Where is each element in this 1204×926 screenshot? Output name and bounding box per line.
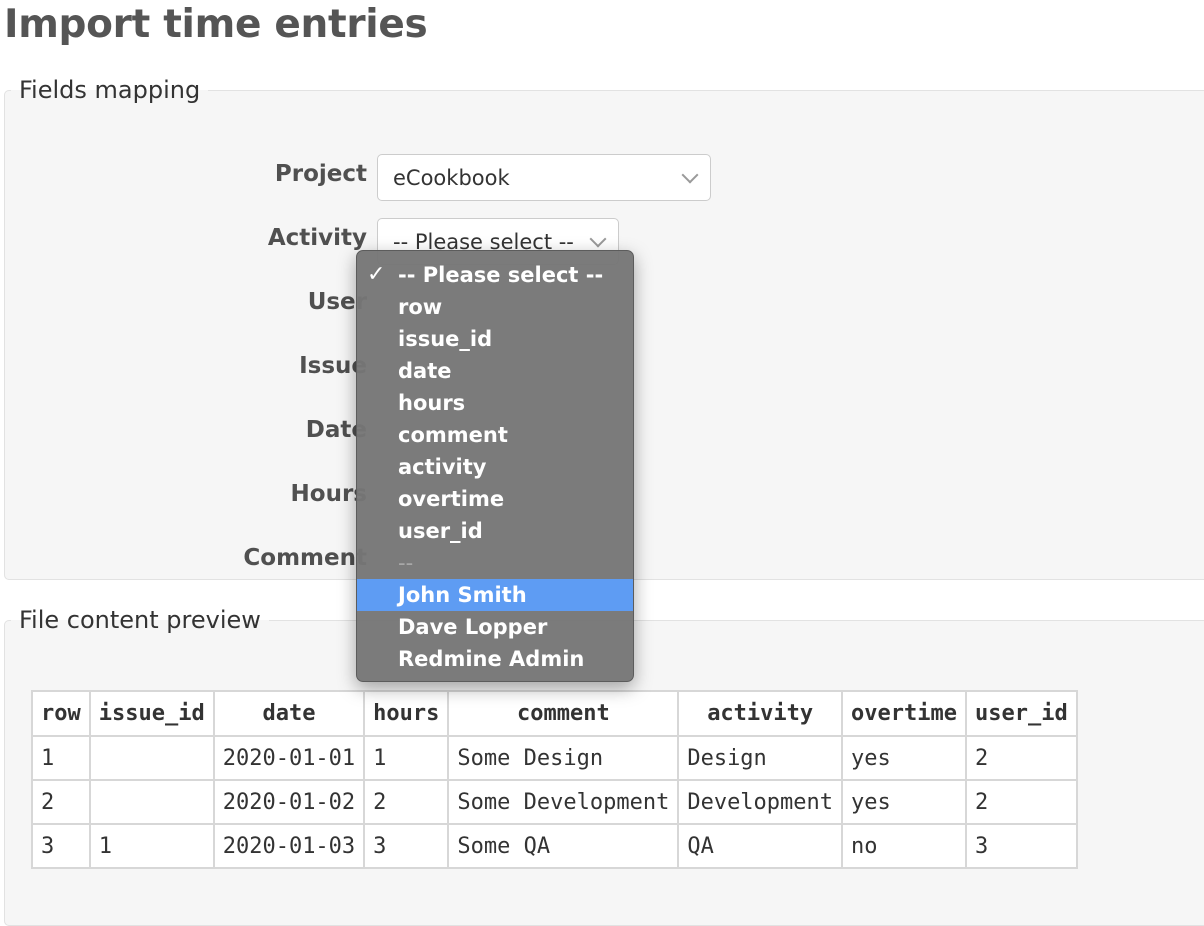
dropdown-option[interactable]: Dave Lopper <box>357 611 633 643</box>
dropdown-option-label: overtime <box>398 487 505 511</box>
dropdown-option-label: comment <box>398 423 508 447</box>
dropdown-option[interactable]: Redmine Admin <box>357 643 633 675</box>
dropdown-option-label: -- Please select -- <box>398 263 604 287</box>
table-header-row: row issue_id date hours comment activity overt… <box>31 690 1078 737</box>
table-cell: 1 <box>88 823 215 869</box>
column-header: comment <box>447 690 680 737</box>
table-cell: Design <box>677 735 844 781</box>
table-cell: 3 <box>31 823 91 869</box>
table-cell: 1 <box>363 735 450 781</box>
dropdown-option-label: John Smith <box>398 583 527 607</box>
chevron-down-icon <box>681 166 699 183</box>
table-cell: Some Design <box>447 735 680 781</box>
table-cell: Some Development <box>447 779 680 825</box>
dropdown-option-label: issue_id <box>398 327 493 351</box>
hours-label: Hours <box>290 481 367 507</box>
dropdown-option[interactable]: comment <box>357 419 633 451</box>
dropdown-option-label: -- <box>398 551 414 575</box>
dropdown-option[interactable]: user_id <box>357 515 633 547</box>
dropdown-option[interactable]: overtime <box>357 483 633 515</box>
table-cell: 1 <box>31 735 91 781</box>
table-cell <box>88 779 215 825</box>
dropdown-option[interactable]: issue_id <box>357 323 633 355</box>
column-header: row <box>31 690 91 737</box>
project-select[interactable]: eCookbook <box>377 154 711 201</box>
dropdown-separator: -- <box>357 547 633 579</box>
project-label: Project <box>274 161 367 187</box>
project-select-value: eCookbook <box>393 165 510 190</box>
table-cell: Some QA <box>447 823 680 869</box>
preview-table: row issue_id date hours comment activity overt… <box>31 690 1078 869</box>
column-header: date <box>212 690 366 737</box>
dropdown-option-label: activity <box>398 455 487 479</box>
dropdown-option[interactable]: date <box>357 355 633 387</box>
dropdown-option-label: hours <box>398 391 466 415</box>
table-cell: 3 <box>965 823 1078 869</box>
dropdown-option[interactable]: ✓ -- Please select -- <box>357 259 633 291</box>
dropdown-option[interactable]: activity <box>357 451 633 483</box>
dropdown-option-label: Dave Lopper <box>398 615 548 639</box>
table-cell: 2 <box>31 779 91 825</box>
table-cell: 2020-01-01 <box>212 735 366 781</box>
table-cell: QA <box>677 823 844 869</box>
dropdown-option[interactable]: John Smith <box>357 579 633 611</box>
file-content-preview-legend: File content preview <box>19 606 261 634</box>
user-label: User <box>307 289 367 315</box>
table-cell: yes <box>841 779 967 825</box>
table-cell: 2020-01-02 <box>212 779 366 825</box>
column-header: activity <box>677 690 844 737</box>
table-cell: yes <box>841 735 967 781</box>
table-row: 2 2020-01-02 2 Some Development Development y… <box>31 779 1078 825</box>
table-cell <box>88 735 215 781</box>
column-header: hours <box>363 690 450 737</box>
column-header: issue_id <box>88 690 215 737</box>
table-cell: Development <box>677 779 844 825</box>
table-cell: 2 <box>363 779 450 825</box>
fields-mapping-legend: Fields mapping <box>19 76 201 104</box>
checkmark-icon: ✓ <box>367 262 386 287</box>
column-header: user_id <box>965 690 1078 737</box>
dropdown-option-label: Redmine Admin <box>398 647 585 671</box>
table-cell: no <box>841 823 967 869</box>
dropdown-option-label: row <box>398 295 443 319</box>
user-select-dropdown-menu[interactable]: ✓ -- Please select -- row issue_iddate hours… <box>356 250 634 682</box>
dropdown-option[interactable]: row <box>357 291 633 323</box>
table-cell: 2020-01-03 <box>212 823 366 869</box>
date-label: Date <box>305 417 367 443</box>
table-cell: 2 <box>965 779 1078 825</box>
dropdown-option-label: date <box>398 359 452 383</box>
table-cell: 2 <box>965 735 1078 781</box>
issue-label: Issue <box>299 353 367 379</box>
column-header: overtime <box>841 690 967 737</box>
table-row: 3 1 2020-01-03 3 Some QA QA no 3 <box>31 823 1078 869</box>
table-row: 1 2020-01-01 1 Some Design Design yes 2 <box>31 735 1078 781</box>
page-title: Import time entries <box>4 2 428 47</box>
activity-label: Activity <box>267 225 367 251</box>
chevron-down-icon <box>589 230 607 247</box>
table-cell: 3 <box>363 823 450 869</box>
comment-label: Comment <box>243 545 367 571</box>
dropdown-option-label: user_id <box>398 519 483 543</box>
dropdown-option[interactable]: hours <box>357 387 633 419</box>
